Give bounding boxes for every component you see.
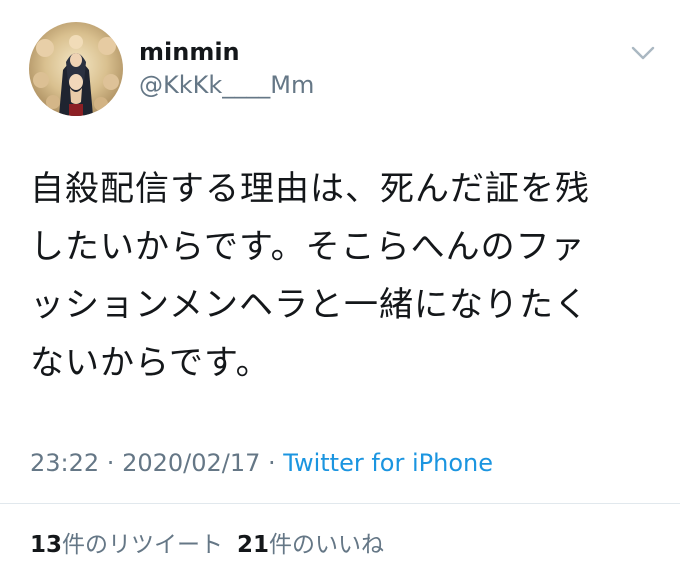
- tweet-meta: 23:22 · 2020/02/17 · Twitter for iPhone: [30, 448, 493, 478]
- user-handle[interactable]: @KkKk____Mm: [139, 71, 314, 99]
- likes-count: 21: [237, 532, 270, 558]
- tweet-date[interactable]: 2020/02/17: [122, 449, 260, 477]
- tweet-menu-button[interactable]: [630, 44, 656, 62]
- user-display-name[interactable]: minmin: [139, 38, 240, 66]
- tweet-stats: 13件のリツイート 21件のいいね: [30, 530, 384, 560]
- retweets-stat[interactable]: 13件のリツイート: [30, 532, 223, 558]
- meta-separator: ·: [99, 449, 123, 477]
- tweet-source-link[interactable]: Twitter for iPhone: [283, 449, 493, 477]
- likes-stat[interactable]: 21件のいいね: [237, 532, 384, 558]
- likes-label: 件のいいね: [269, 532, 385, 558]
- retweets-count: 13: [30, 532, 63, 558]
- tweet-text: 自殺配信する理由は、死んだ証を残 したいからです。そこらへんのファ ッションメン…: [30, 169, 590, 383]
- tweet-time[interactable]: 23:22: [30, 449, 99, 477]
- madonna-painting-avatar-icon: [29, 22, 123, 116]
- chevron-down-icon: [631, 46, 655, 60]
- tweet-card: minmin @KkKk____Mm 自殺配信する理由は、死んだ証を残 したいか…: [0, 0, 680, 581]
- retweets-label: 件のリツイート: [62, 532, 224, 558]
- divider: [0, 503, 680, 504]
- meta-separator: ·: [260, 449, 284, 477]
- user-avatar[interactable]: [29, 22, 123, 116]
